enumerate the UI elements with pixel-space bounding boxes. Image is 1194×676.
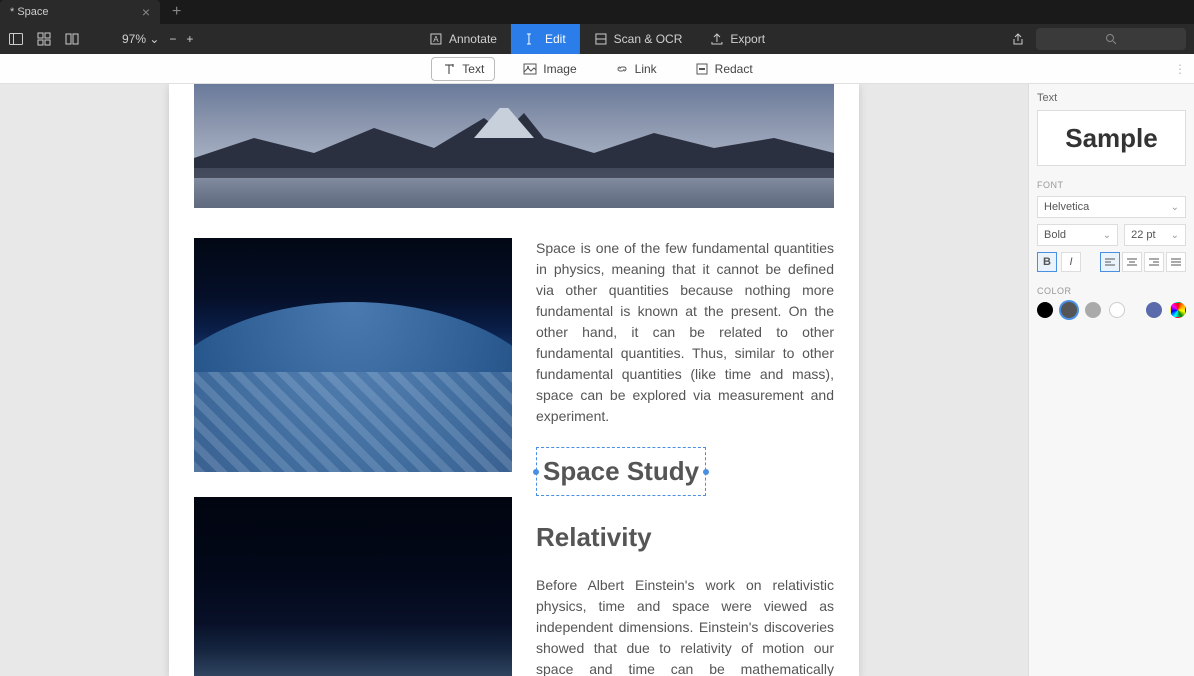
annotate-label: Annotate (449, 32, 497, 46)
font-section-label: FONT (1037, 180, 1186, 190)
font-size-dropdown[interactable]: 22 pt (1124, 224, 1186, 246)
color-swatch-lightgray[interactable] (1085, 302, 1101, 318)
font-weight-dropdown[interactable]: Bold (1037, 224, 1118, 246)
link-icon (615, 62, 629, 76)
resize-handle-left[interactable] (533, 469, 539, 475)
canvas-area[interactable]: Space is one of the few fundamental quan… (0, 84, 1028, 676)
link-tool-button[interactable]: Link (605, 58, 667, 80)
link-tool-label: Link (635, 62, 657, 76)
edit-label: Edit (545, 32, 566, 46)
color-picker-button[interactable] (1170, 302, 1186, 318)
sub-toolbar: Text Image Link Redact ⋮ (0, 54, 1194, 84)
paragraph-1[interactable]: Space is one of the few fundamental quan… (536, 238, 834, 427)
image-tool-label: Image (543, 62, 576, 76)
bold-button[interactable]: B (1037, 252, 1057, 272)
tab-title: * Space (10, 6, 49, 18)
text-icon (442, 62, 456, 76)
align-right-button[interactable] (1144, 252, 1164, 272)
redact-tool-label: Redact (715, 62, 753, 76)
image-tool-button[interactable]: Image (513, 58, 586, 80)
align-center-button[interactable] (1122, 252, 1142, 272)
top-toolbar: 97% ⌄ − + A Annotate Edit Scan & OCR Exp… (0, 24, 1194, 54)
paragraph-2[interactable]: Before Albert Einstein's work on relativ… (536, 575, 834, 676)
align-justify-button[interactable] (1166, 252, 1186, 272)
heading-relativity[interactable]: Relativity (536, 518, 834, 557)
zoom-out-button[interactable]: − (169, 32, 176, 46)
zoom-level[interactable]: 97% ⌄ (122, 32, 159, 46)
share-icon[interactable] (1010, 31, 1026, 47)
text-tool-button[interactable]: Text (431, 57, 495, 81)
close-icon[interactable]: × (142, 5, 150, 19)
dark-space-image[interactable] (194, 497, 512, 676)
image-icon (523, 62, 537, 76)
svg-text:A: A (433, 35, 439, 44)
zoom-in-button[interactable]: + (186, 32, 193, 46)
earth-image[interactable] (194, 238, 512, 472)
font-family-dropdown[interactable]: Helvetica (1037, 196, 1186, 218)
color-swatch-blue[interactable] (1146, 302, 1162, 318)
color-section-label: COLOR (1037, 286, 1186, 296)
align-left-button[interactable] (1100, 252, 1120, 272)
redact-icon (695, 62, 709, 76)
selected-text-box[interactable]: Space Study (536, 447, 706, 496)
edit-button[interactable]: Edit (511, 24, 580, 54)
redact-tool-button[interactable]: Redact (685, 58, 763, 80)
search-input[interactable] (1036, 28, 1186, 50)
sample-preview: Sample (1037, 110, 1186, 166)
panel-title: Text (1037, 92, 1186, 104)
annotate-button[interactable]: A Annotate (415, 24, 511, 54)
thumbnails-icon[interactable] (36, 31, 52, 47)
scan-ocr-label: Scan & OCR (614, 32, 683, 46)
text-tool-label: Text (462, 62, 484, 76)
resize-handle-right[interactable] (703, 469, 709, 475)
hero-image[interactable] (194, 84, 834, 208)
color-swatch-white[interactable] (1109, 302, 1125, 318)
document-page: Space is one of the few fundamental quan… (169, 84, 859, 676)
view-mode-icon[interactable] (64, 31, 80, 47)
export-label: Export (730, 32, 765, 46)
export-button[interactable]: Export (696, 24, 779, 54)
heading-space-study[interactable]: Space Study (543, 452, 699, 491)
tab-bar: * Space × + (0, 0, 1194, 24)
document-tab[interactable]: * Space × (0, 0, 160, 24)
sidebar-toggle-icon[interactable] (8, 31, 24, 47)
more-icon[interactable]: ⋮ (1174, 62, 1186, 76)
new-tab-button[interactable]: + (172, 3, 181, 21)
italic-button[interactable]: I (1061, 252, 1081, 272)
color-swatch-darkgray[interactable] (1061, 302, 1077, 318)
scan-ocr-button[interactable]: Scan & OCR (580, 24, 697, 54)
color-swatch-black[interactable] (1037, 302, 1053, 318)
text-properties-panel: Text Sample FONT Helvetica Bold 22 pt B … (1028, 84, 1194, 676)
